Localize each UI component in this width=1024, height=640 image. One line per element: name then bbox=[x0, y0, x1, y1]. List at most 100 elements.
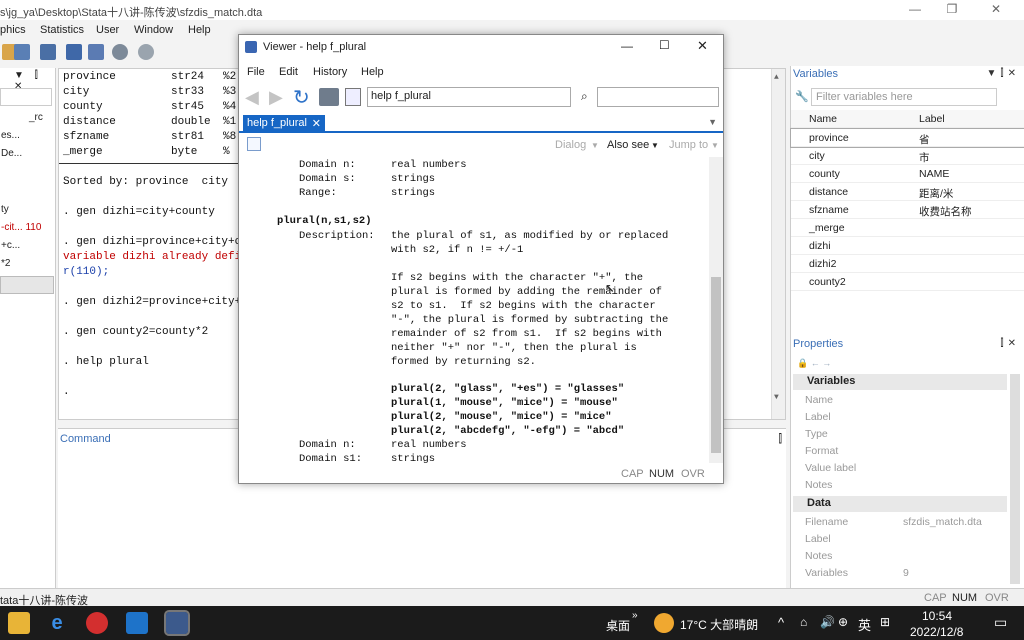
break-icon[interactable] bbox=[138, 44, 154, 60]
wrench-icon[interactable]: 🔧 bbox=[795, 90, 809, 103]
filter-variables-input[interactable]: Filter variables here bbox=[811, 88, 997, 106]
review-item[interactable]: +c... bbox=[0, 240, 56, 258]
scroll-down-icon[interactable]: ▼ bbox=[774, 393, 779, 402]
property-row: Label bbox=[805, 409, 995, 426]
data-editor-icon[interactable] bbox=[88, 44, 104, 60]
graph-icon[interactable] bbox=[66, 44, 82, 60]
app-icon[interactable] bbox=[126, 612, 148, 634]
file-explorer-icon[interactable] bbox=[8, 612, 30, 634]
opera-icon[interactable] bbox=[86, 612, 108, 634]
variable-row[interactable]: province 省 bbox=[790, 128, 1024, 148]
search-icon[interactable]: ⌕ bbox=[581, 89, 588, 104]
panel-controls-icon[interactable]: ▼⫿✕ bbox=[987, 68, 1020, 79]
dialog-menu[interactable]: Dialog bbox=[555, 139, 586, 151]
variable-row[interactable]: city 市 bbox=[791, 147, 1024, 165]
do-editor-icon[interactable] bbox=[40, 44, 56, 60]
viewer-toolbar: ◀ ▶ ↻ help f_plural ⌕ bbox=[239, 85, 723, 111]
jump-to-menu[interactable]: Jump to bbox=[669, 139, 708, 151]
error-message: variable dizhi already defi bbox=[63, 251, 242, 263]
property-value: sfzdis_match.dta bbox=[903, 516, 982, 528]
viewer-menu-edit[interactable]: Edit bbox=[279, 66, 298, 78]
notification-icon[interactable]: ▭ bbox=[994, 614, 1007, 631]
properties-section-data[interactable]: Data bbox=[793, 496, 1007, 512]
save-icon[interactable] bbox=[14, 44, 30, 60]
help-text: plural is formed by adding the remainder… bbox=[391, 286, 662, 298]
weather-icon[interactable] bbox=[654, 613, 674, 633]
review-item[interactable]: *2 bbox=[0, 258, 56, 276]
chevron-up-icon[interactable]: » bbox=[632, 610, 638, 621]
refresh-icon[interactable]: ↻ bbox=[293, 85, 310, 110]
help-key: Domain s1: bbox=[299, 453, 363, 463]
maximize-icon[interactable]: ❐ bbox=[942, 2, 962, 18]
viewer-scrollbar[interactable] bbox=[709, 157, 723, 463]
property-key: Type bbox=[805, 428, 828, 440]
weather-text[interactable]: 17°C 大部晴朗 bbox=[680, 616, 758, 633]
volume-icon[interactable]: 🔊 bbox=[820, 615, 835, 629]
minimize-icon[interactable]: — bbox=[621, 39, 633, 53]
tab-close-icon[interactable]: ✕ bbox=[312, 117, 321, 130]
back-arrow-icon[interactable]: ◀ bbox=[245, 87, 259, 108]
review-item[interactable]: -cit... 110 bbox=[0, 222, 56, 240]
variable-row[interactable]: _merge bbox=[791, 219, 1024, 237]
viewer-search-input[interactable] bbox=[597, 87, 719, 107]
language-icon[interactable]: ⊕ bbox=[838, 615, 848, 629]
tray-arrow-icon[interactable]: ^ bbox=[778, 615, 784, 630]
ime-mode-icon[interactable]: ⊞ bbox=[880, 615, 890, 629]
variable-row[interactable]: dizhi bbox=[791, 237, 1024, 255]
scroll-up-icon[interactable]: ▲ bbox=[774, 73, 779, 82]
viewer-command-input[interactable]: help f_plural bbox=[367, 87, 571, 107]
nav-arrows-icon[interactable]: 🔒 ← → bbox=[797, 358, 831, 369]
desktop-label[interactable]: 桌面 bbox=[606, 617, 630, 634]
network-icon[interactable]: ⌂ bbox=[800, 615, 807, 629]
viewer-menu-help[interactable]: Help bbox=[361, 66, 384, 78]
print-icon[interactable] bbox=[319, 88, 339, 106]
col-label-header[interactable]: Label bbox=[919, 113, 945, 125]
variable-row[interactable]: sfzname 收费站名称 bbox=[791, 201, 1024, 219]
viewer-scroll-thumb[interactable] bbox=[711, 277, 721, 453]
menu-help[interactable]: Help bbox=[188, 24, 211, 36]
new-viewer-tab-icon[interactable] bbox=[247, 137, 261, 151]
results-scrollbar[interactable]: ▲ ▼ bbox=[771, 69, 785, 419]
review-item[interactable]: De... bbox=[0, 148, 56, 166]
pin-icon[interactable]: ⫿ bbox=[778, 433, 782, 446]
review-item[interactable]: ty bbox=[0, 204, 56, 222]
variable-row[interactable]: dizhi2 bbox=[791, 255, 1024, 273]
review-item[interactable]: es... bbox=[0, 130, 56, 148]
menu-graphics[interactable]: phics bbox=[0, 24, 26, 36]
maximize-icon[interactable]: ☐ bbox=[659, 38, 670, 52]
review-selected-row[interactable] bbox=[0, 276, 54, 294]
menu-user[interactable]: User bbox=[96, 24, 119, 36]
menu-statistics[interactable]: Statistics bbox=[40, 24, 84, 36]
clock-time[interactable]: 10:54 bbox=[922, 609, 952, 623]
more-icon[interactable] bbox=[112, 44, 128, 60]
error-code-link[interactable]: r(110); bbox=[63, 266, 109, 278]
viewer-menu-history[interactable]: History bbox=[313, 66, 347, 78]
close-icon[interactable]: ✕ bbox=[697, 38, 708, 54]
minimize-icon[interactable]: — bbox=[905, 2, 925, 18]
panel-controls-icon[interactable]: ⫿✕ bbox=[1000, 338, 1020, 349]
properties-panel: Properties ⫿✕ 🔒 ← → Variables Name Label… bbox=[790, 336, 1024, 588]
also-see-menu[interactable]: Also see bbox=[607, 139, 649, 151]
clock-date[interactable]: 2022/12/8 bbox=[910, 625, 963, 639]
tab-dropdown-icon[interactable]: ▼ bbox=[708, 117, 717, 127]
properties-scrollbar[interactable] bbox=[1010, 374, 1020, 584]
close-icon[interactable]: ✕ bbox=[986, 2, 1006, 18]
viewer-menu-file[interactable]: File bbox=[247, 66, 265, 78]
stata-taskbar-icon[interactable] bbox=[164, 610, 190, 636]
ie-icon[interactable]: e bbox=[46, 612, 68, 634]
variable-row[interactable]: county NAME bbox=[791, 165, 1024, 183]
variable-label: 距离/米 bbox=[919, 188, 954, 200]
variable-row[interactable]: county2 bbox=[791, 273, 1024, 291]
variable-label: 市 bbox=[919, 152, 930, 164]
forward-arrow-icon[interactable]: ▶ bbox=[269, 87, 283, 108]
viewer-tab[interactable]: help f_plural ✕ bbox=[243, 115, 325, 133]
properties-section-variables[interactable]: Variables bbox=[793, 374, 1007, 390]
col-name-header[interactable]: Name bbox=[809, 113, 837, 125]
command-label: Command bbox=[60, 433, 111, 445]
ime-indicator[interactable]: 英 bbox=[858, 615, 871, 634]
variable-row[interactable]: distance 距离/米 bbox=[791, 183, 1024, 201]
review-filter[interactable] bbox=[0, 88, 52, 106]
menu-window[interactable]: Window bbox=[134, 24, 173, 36]
find-icon[interactable] bbox=[345, 88, 361, 106]
property-key: Notes bbox=[805, 479, 833, 491]
